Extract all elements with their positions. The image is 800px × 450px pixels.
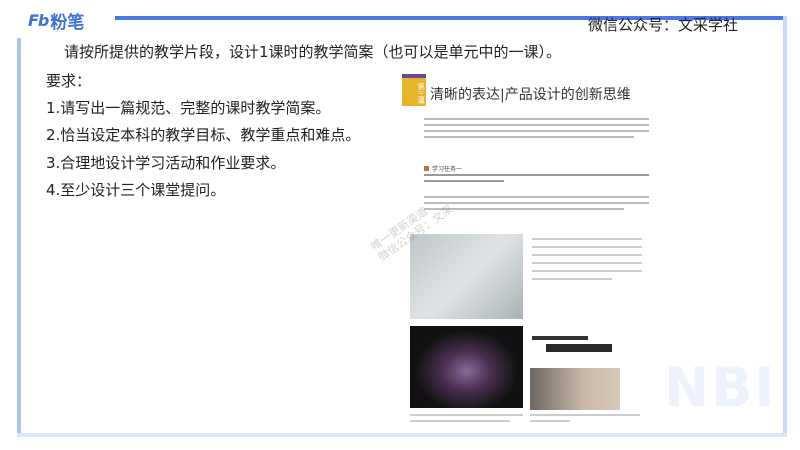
right-border: [783, 16, 787, 436]
text-line: [424, 180, 504, 182]
text-line: [424, 130, 649, 132]
text-line: [424, 208, 624, 210]
caption-line: [532, 254, 642, 256]
caption-line: [532, 246, 642, 248]
caption-line: [530, 414, 640, 416]
left-border: [17, 38, 21, 436]
requirement-item: 1.请写出一篇规范、完整的课时教学简案。: [46, 99, 331, 117]
excerpt-title: 清晰的表达|产品设计的创新思维: [430, 87, 631, 103]
caption-line: [532, 278, 612, 280]
caption-line: [410, 414, 523, 416]
text-line: [424, 136, 634, 138]
text-line: [424, 174, 649, 176]
caption-line: [530, 420, 570, 422]
caption-line: [532, 270, 642, 272]
text-line: [424, 202, 649, 204]
lamp-photo: [410, 326, 523, 408]
text-line: [424, 196, 649, 198]
pen-photo: [532, 336, 588, 340]
requirement-item: 3.合理地设计学习活动和作业要求。: [46, 154, 286, 172]
requirement-item: 2.恰当设定本科的教学目标、教学重点和难点。: [46, 126, 361, 144]
task-intro: 请按所提供的教学片段，设计1课时的教学简案（也可以是单元中的一课）。: [64, 43, 562, 61]
text-line: [424, 118, 649, 120]
mug-photo: [410, 234, 523, 319]
fenbi-logo: Fb 粉笔: [28, 10, 85, 33]
caption-line: [410, 420, 510, 422]
caption-line: [532, 238, 642, 240]
textbook-excerpt-image: 第三课 清晰的表达|产品设计的创新思维 学习任务一: [402, 74, 654, 434]
lesson-badge: 第三课: [402, 74, 426, 106]
task-heading: 学习任务一: [424, 164, 462, 173]
watermark-text: 微信公众号：文采学社: [588, 16, 739, 34]
nbi-watermark: NBI: [664, 356, 777, 419]
pen-photo: [546, 344, 612, 352]
text-line: [424, 124, 649, 126]
requirement-item: 4.至少设计三个课堂提问。: [46, 181, 226, 199]
hand-photo: [530, 368, 620, 410]
caption-line: [532, 262, 642, 264]
requirements-title: 要求：: [46, 72, 92, 90]
